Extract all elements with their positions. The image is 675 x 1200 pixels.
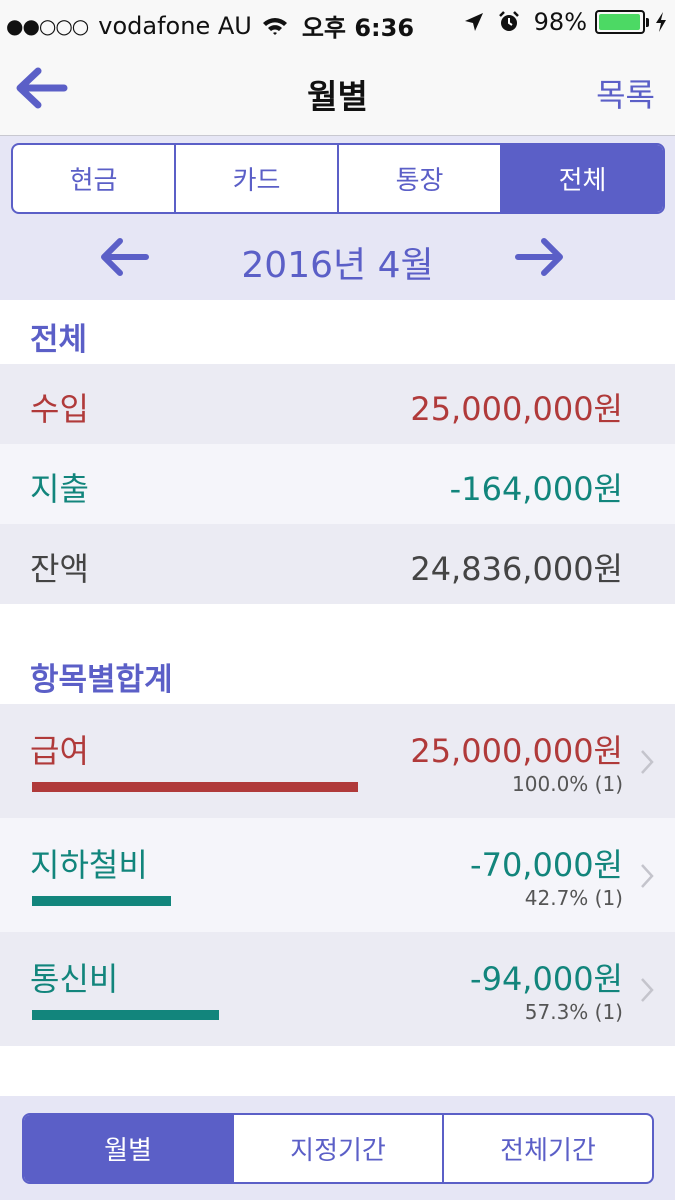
income-label: 수입 <box>30 390 89 428</box>
period-tabs: 월별 지정기간 전체기간 <box>22 1113 654 1184</box>
tab-all-period[interactable]: 전체기간 <box>444 1115 652 1182</box>
category-bar-fill <box>32 896 172 906</box>
category-bar-fill <box>32 1010 219 1020</box>
clock-time: 오후 6:36 <box>301 14 415 42</box>
chevron-right-icon <box>641 978 654 1002</box>
right-arrow-icon[interactable] <box>514 236 566 278</box>
tab-bank[interactable]: 통장 <box>339 145 502 212</box>
tab-card[interactable]: 카드 <box>176 145 339 212</box>
expense-value: -164,000원 <box>449 470 623 508</box>
alarm-clock-icon <box>498 11 519 31</box>
category-row[interactable]: 통신비 -94,000원 57.3% (1) <box>0 932 675 1046</box>
category-value: 25,000,000원 <box>410 732 623 770</box>
summary-row-income: 수입 25,000,000원 <box>0 364 675 444</box>
category-header: 항목별합계 <box>30 662 173 698</box>
category-bar <box>32 896 358 906</box>
tab-cash[interactable]: 현금 <box>13 145 176 212</box>
category-bar-fill <box>32 782 358 792</box>
summary-header: 전체 <box>30 322 88 358</box>
tab-monthly[interactable]: 월별 <box>24 1115 234 1182</box>
account-type-tabs: 현금 카드 통장 전체 <box>11 143 665 214</box>
filter-panel: 현금 카드 통장 전체 2016년 4월 <box>0 136 675 300</box>
current-month: 2016년 4월 <box>241 245 434 286</box>
category-label: 지하철비 <box>30 846 148 884</box>
category-value: -94,000원 <box>470 960 623 998</box>
status-bar: ●●○○○ vodafone AU 오후 6:36 98% <box>0 0 675 44</box>
category-bar <box>32 782 358 792</box>
tab-all[interactable]: 전체 <box>502 145 663 212</box>
tab-custom-period[interactable]: 지정기간 <box>234 1115 444 1182</box>
status-left: ●●○○○ vodafone AU 오후 6:36 <box>6 8 414 43</box>
category-row[interactable]: 지하철비 -70,000원 42.7% (1) <box>0 818 675 932</box>
month-navigator: 2016년 4월 <box>0 220 675 294</box>
category-percent: 42.7% (1) <box>524 886 623 910</box>
category-label: 급여 <box>30 732 89 770</box>
category-bar <box>32 1010 358 1020</box>
category-percent: 100.0% (1) <box>512 772 623 796</box>
category-row[interactable]: 급여 25,000,000원 100.0% (1) <box>0 704 675 818</box>
summary-row-balance: 잔액 24,836,000원 <box>0 524 675 604</box>
battery-icon <box>595 10 649 34</box>
category-label: 통신비 <box>30 960 119 998</box>
charging-bolt-icon <box>656 12 666 32</box>
income-value: 25,000,000원 <box>410 390 623 428</box>
balance-label: 잔액 <box>30 550 89 588</box>
navigation-bar: 월별 목록 <box>0 44 675 136</box>
category-value: -70,000원 <box>470 846 623 884</box>
balance-value: 24,836,000원 <box>410 550 623 588</box>
expense-label: 지출 <box>30 470 89 508</box>
screen: ●●○○○ vodafone AU 오후 6:36 98% 월별 목록 현금 카… <box>0 0 675 1200</box>
wifi-icon <box>262 17 287 35</box>
period-panel: 월별 지정기간 전체기간 <box>0 1096 675 1200</box>
status-right: 98% <box>464 8 667 36</box>
carrier-name: vodafone AU <box>98 11 252 40</box>
chevron-right-icon <box>641 750 654 774</box>
list-button[interactable]: 목록 <box>596 70 655 116</box>
location-arrow-icon <box>464 13 483 31</box>
chevron-right-icon <box>641 864 654 888</box>
signal-strength: ●●○○○ <box>6 13 89 38</box>
category-percent: 57.3% (1) <box>524 1000 623 1024</box>
battery-level <box>599 14 641 30</box>
summary-row-expense: 지출 -164,000원 <box>0 444 675 524</box>
battery-percent: 98% <box>533 8 587 36</box>
page-title: 월별 <box>307 77 368 116</box>
